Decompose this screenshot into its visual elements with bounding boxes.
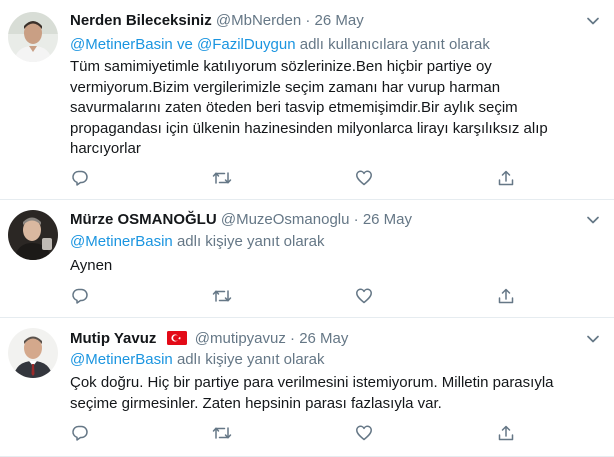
- share-icon[interactable]: [496, 286, 516, 306]
- chevron-down-icon[interactable]: [584, 211, 602, 229]
- display-name[interactable]: Mürze OSMANOĞLU: [70, 211, 217, 228]
- separator: ·: [305, 12, 311, 29]
- reply-suffix: adlı kişiye yanıt olarak: [176, 351, 325, 368]
- tweet-1[interactable]: Nerden Bileceksiniz @MbNerden · 26 May @…: [0, 0, 614, 200]
- tweet-actions: [70, 168, 520, 188]
- tweet-text-line: Çok doğru. Hiç bir partiye para verilmes…: [70, 374, 554, 391]
- tweet-text-line: propagandası için ülkenin hazinesinden m…: [70, 119, 548, 137]
- mention-link[interactable]: @MetinerBasin: [70, 36, 173, 53]
- heart-icon[interactable]: [354, 286, 374, 306]
- timestamp[interactable]: 26 May: [299, 330, 348, 347]
- mention-link[interactable]: @FazilDuygun: [197, 36, 296, 53]
- reply-context: @MetinerBasin adlı kişiye yanıt olarak: [70, 232, 325, 252]
- share-icon[interactable]: [496, 168, 516, 188]
- avatar[interactable]: [8, 12, 58, 62]
- tweet-text-line: seçime girmesinler. Zaten hepsinin paras…: [70, 394, 442, 412]
- tweet-text: Çok doğru. Hiç bir partiye para verilmes…: [70, 373, 600, 414]
- reply-icon[interactable]: [70, 286, 90, 306]
- heart-icon[interactable]: [354, 168, 374, 188]
- display-name[interactable]: Nerden Bileceksiniz: [70, 12, 212, 29]
- tweet-3[interactable]: Mutip Yavuz @mutipyavuz · 26 May @Metine…: [0, 318, 614, 457]
- tweet-text-line: Aynen: [70, 257, 113, 274]
- avatar[interactable]: [8, 210, 58, 260]
- separator: ·: [353, 211, 359, 228]
- reply-suffix: adlı kullanıcılara yanıt olarak: [299, 36, 490, 53]
- tweet-text: Tüm samimiyetimle katılıyorum sözleriniz…: [70, 57, 600, 160]
- tweet-header: Nerden Bileceksiniz @MbNerden · 26 May: [70, 11, 364, 31]
- reply-context: @MetinerBasin ve @FazilDuygun adlı kulla…: [70, 35, 490, 55]
- tweet-2[interactable]: Mürze OSMANOĞLU @MuzeOsmanoglu · 26 May …: [0, 200, 614, 318]
- avatar[interactable]: [8, 328, 58, 378]
- chevron-down-icon[interactable]: [584, 12, 602, 30]
- tweet-text-line: harcıyorlar: [70, 140, 141, 157]
- tweet-header: Mutip Yavuz @mutipyavuz · 26 May: [70, 329, 348, 351]
- share-icon[interactable]: [496, 423, 516, 443]
- tweet-header: Mürze OSMANOĞLU @MuzeOsmanoglu · 26 May: [70, 210, 412, 230]
- reply-icon[interactable]: [70, 423, 90, 443]
- username[interactable]: @mutipyavuz: [195, 330, 286, 347]
- retweet-icon[interactable]: [212, 423, 232, 443]
- tweet-text: Aynen: [70, 256, 600, 277]
- tweet-actions: [70, 423, 520, 443]
- retweet-icon[interactable]: [212, 168, 232, 188]
- reply-context: @MetinerBasin adlı kişiye yanıt olarak: [70, 350, 325, 370]
- tweet-text-line: Tüm samimiyetimle katılıyorum sözleriniz…: [70, 58, 492, 75]
- username[interactable]: @MuzeOsmanoglu: [221, 211, 350, 228]
- tweet-text-line: vermiyorum.Bizim vergilerimizle seçim za…: [70, 78, 501, 96]
- mention-link[interactable]: @MetinerBasin: [70, 351, 173, 368]
- chevron-down-icon[interactable]: [584, 330, 602, 348]
- retweet-icon[interactable]: [212, 286, 232, 306]
- reply-suffix: adlı kişiye yanıt olarak: [176, 233, 325, 250]
- reply-conjunction: ve: [176, 36, 193, 53]
- timestamp[interactable]: 26 May: [363, 211, 412, 228]
- separator: ·: [290, 330, 296, 347]
- tweet-text-line: savurmalarını zaten öteden beri tasvip e…: [70, 99, 518, 116]
- reply-icon[interactable]: [70, 168, 90, 188]
- display-name[interactable]: Mutip Yavuz: [70, 330, 156, 347]
- timestamp[interactable]: 26 May: [315, 12, 364, 29]
- heart-icon[interactable]: [354, 423, 374, 443]
- mention-link[interactable]: @MetinerBasin: [70, 233, 173, 250]
- tweet-actions: [70, 286, 520, 306]
- turkey-flag-icon: [166, 331, 187, 351]
- username[interactable]: @MbNerden: [216, 12, 301, 29]
